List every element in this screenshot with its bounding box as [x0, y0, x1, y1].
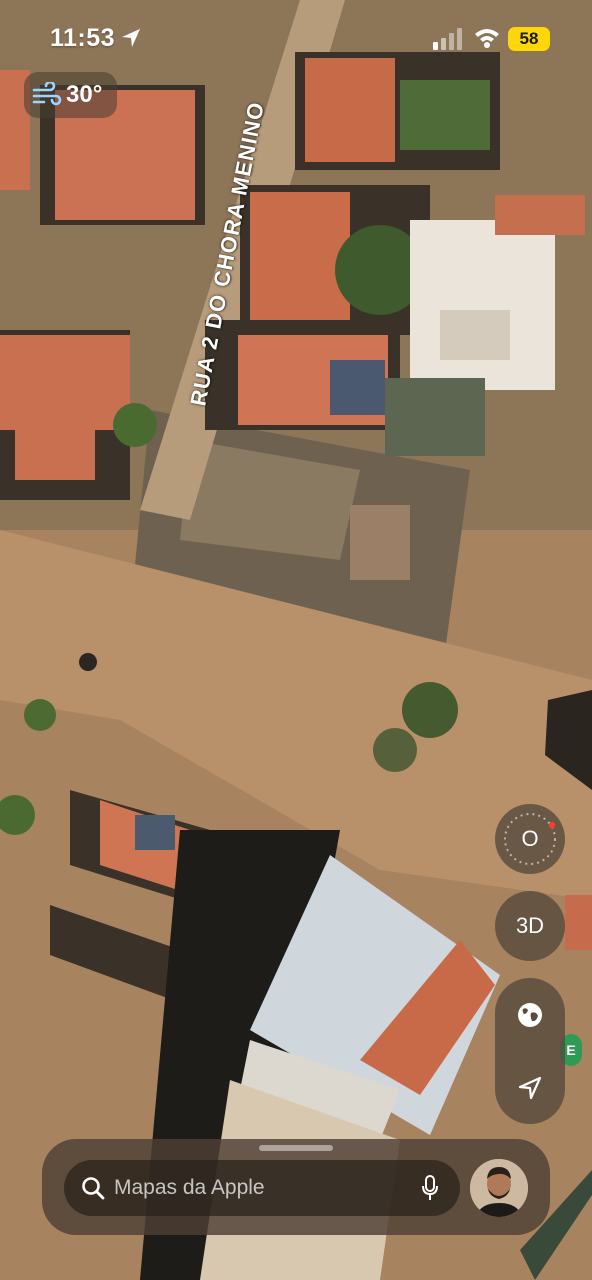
- battery-icon: 58: [508, 27, 550, 51]
- temperature: 30°: [66, 81, 103, 108]
- microphone-icon[interactable]: [420, 1174, 440, 1202]
- search-bar[interactable]: Mapas da Apple: [64, 1160, 460, 1216]
- compass-button[interactable]: O: [495, 804, 565, 874]
- search-icon: [82, 1177, 105, 1200]
- status-bar: 11:53 58: [0, 0, 592, 80]
- weather-widget[interactable]: 30°: [24, 72, 117, 118]
- globe-icon: [518, 1002, 542, 1027]
- avatar-photo: [470, 1159, 528, 1217]
- map-controls-stack: [495, 978, 565, 1124]
- map-mode-button[interactable]: [495, 978, 565, 1051]
- cellular-signal-icon: [433, 28, 462, 50]
- profile-avatar[interactable]: [470, 1159, 528, 1217]
- wifi-icon: [475, 29, 499, 48]
- compass-label: O: [521, 826, 539, 851]
- location-arrow-icon: [518, 1076, 542, 1099]
- 3d-view-button[interactable]: 3D: [495, 891, 565, 961]
- search-input[interactable]: Mapas da Apple: [114, 1176, 265, 1200]
- wind-icon: [32, 82, 62, 106]
- status-time: 11:53: [50, 24, 116, 52]
- battery-level: 58: [519, 29, 539, 48]
- sheet-grabber[interactable]: [259, 1145, 333, 1151]
- poi-letter: E: [566, 1042, 576, 1058]
- location-arrow-icon: [122, 29, 140, 47]
- 3d-label: 3D: [515, 913, 545, 938]
- locate-me-button[interactable]: [495, 1051, 565, 1124]
